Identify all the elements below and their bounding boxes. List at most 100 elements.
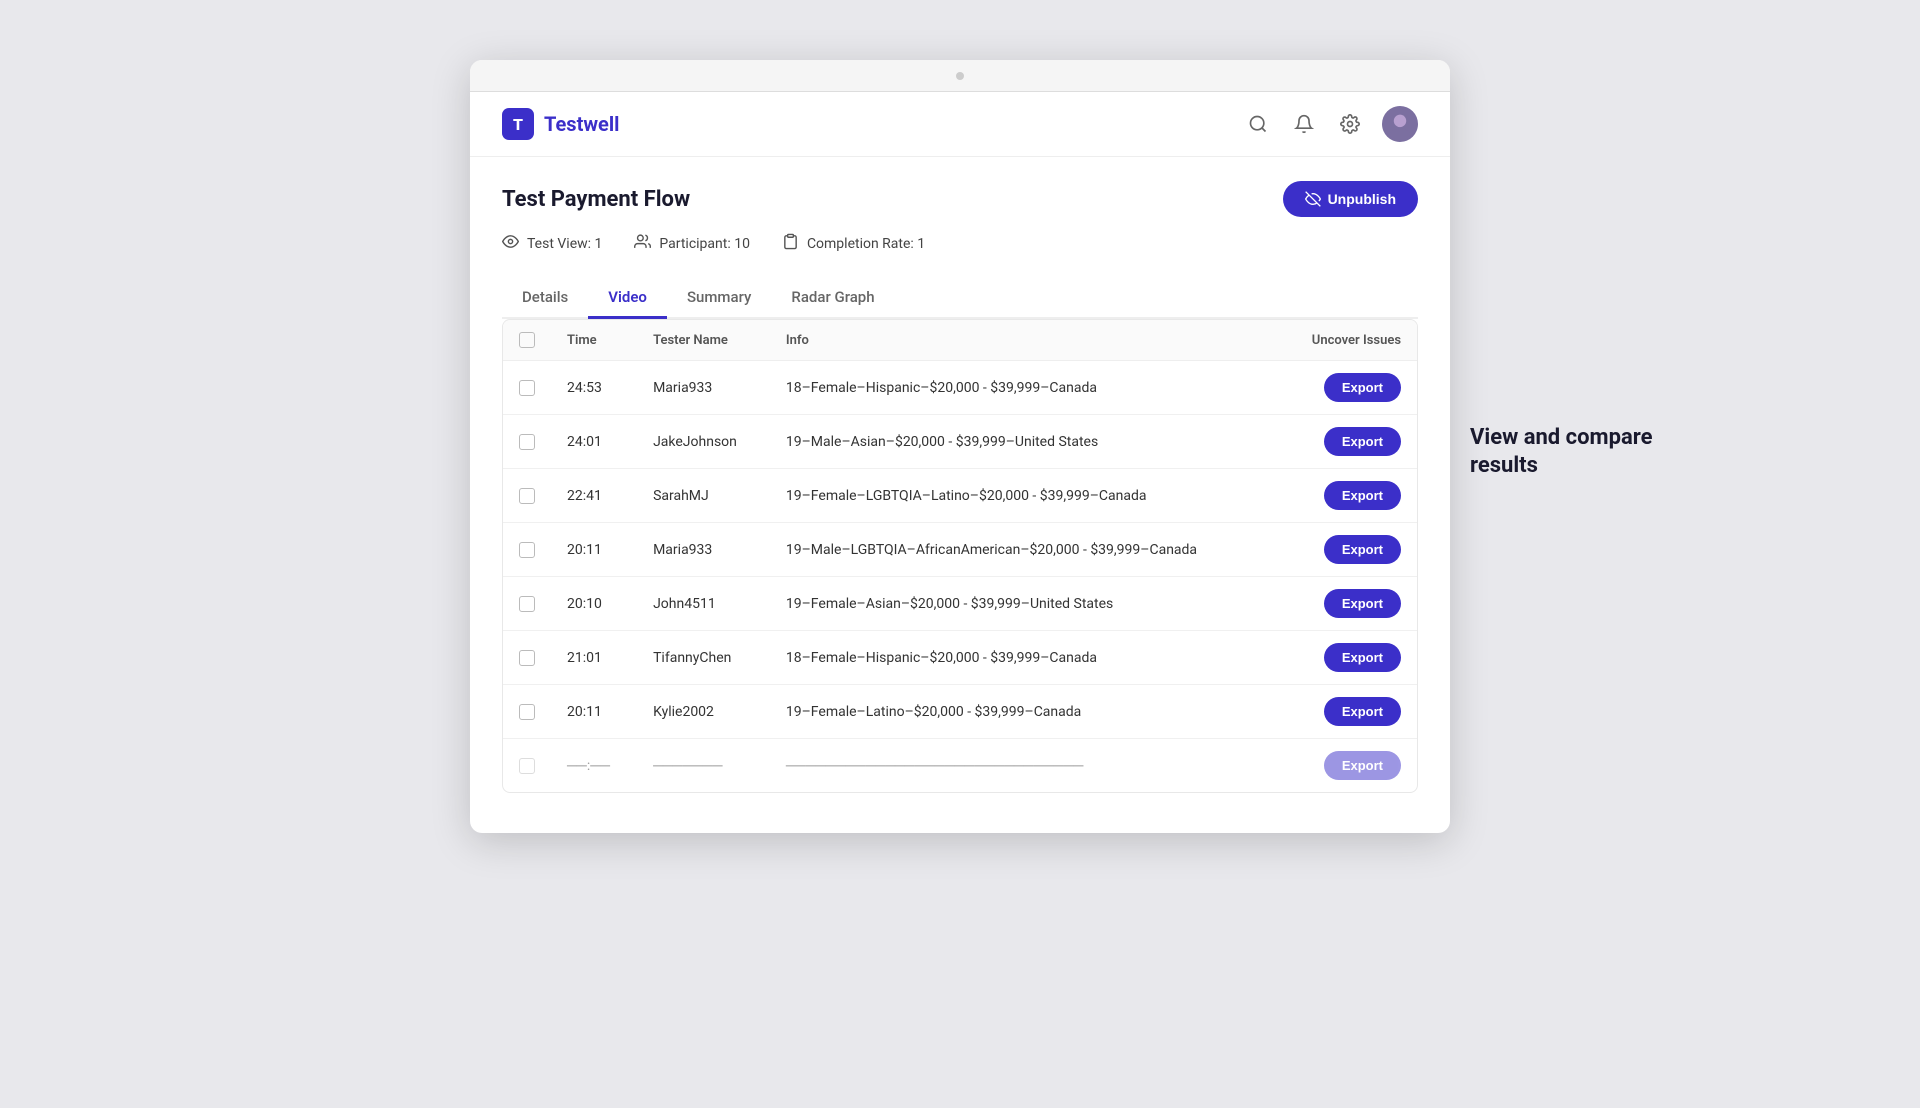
export-button[interactable]: Export — [1324, 427, 1401, 456]
row-info: ────────────────────────────── — [770, 739, 1278, 793]
table-header-row: Time Tester Name Info Uncover Issues — [503, 320, 1417, 361]
row-export-cell: Export — [1278, 739, 1417, 793]
table-row: 20:11 Kylie2002 19–Female–Latino–$20,000… — [503, 685, 1417, 739]
stat-completion: Completion Rate: 1 — [782, 233, 925, 254]
row-checkbox-cell — [503, 523, 551, 577]
row-tester: JakeJohnson — [637, 415, 770, 469]
row-checkbox[interactable] — [519, 380, 535, 396]
row-checkbox-cell — [503, 685, 551, 739]
export-button[interactable]: Export — [1324, 751, 1401, 780]
header-checkbox[interactable] — [519, 332, 535, 348]
table-row: ──:── ─────── ──────────────────────────… — [503, 739, 1417, 793]
row-checkbox[interactable] — [519, 596, 535, 612]
data-table: Time Tester Name Info Uncover Issues 24:… — [502, 319, 1418, 793]
row-checkbox-cell — [503, 469, 551, 523]
row-checkbox-cell — [503, 577, 551, 631]
export-button[interactable]: Export — [1324, 373, 1401, 402]
col-info: Info — [770, 320, 1278, 361]
eye-icon — [502, 233, 519, 254]
row-export-cell: Export — [1278, 469, 1417, 523]
tab-details[interactable]: Details — [502, 278, 588, 319]
row-time: 24:01 — [551, 415, 637, 469]
settings-icon[interactable] — [1336, 110, 1364, 138]
table-row: 22:41 SarahMJ 19–Female–LGBTQIA–Latino–$… — [503, 469, 1417, 523]
row-checkbox[interactable] — [519, 542, 535, 558]
row-checkbox[interactable] — [519, 758, 535, 774]
row-time: 20:11 — [551, 523, 637, 577]
col-tester: Tester Name — [637, 320, 770, 361]
row-info: 19–Male–LGBTQIA–AfricanAmerican–$20,000 … — [770, 523, 1278, 577]
row-tester: Maria933 — [637, 523, 770, 577]
tab-radar-graph[interactable]: Radar Graph — [771, 278, 894, 319]
logo-icon: T — [502, 108, 534, 140]
row-tester: TifannyChen — [637, 631, 770, 685]
col-issues: Uncover Issues — [1278, 320, 1417, 361]
table-row: 24:53 Maria933 18–Female–Hispanic–$20,00… — [503, 361, 1417, 415]
export-button[interactable]: Export — [1324, 643, 1401, 672]
table-row: 20:11 Maria933 19–Male–LGBTQIA–AfricanAm… — [503, 523, 1417, 577]
row-time: 20:10 — [551, 577, 637, 631]
row-checkbox[interactable] — [519, 704, 535, 720]
browser-window: T Testwell — [470, 60, 1450, 833]
row-time: 21:01 — [551, 631, 637, 685]
row-info: 19–Female–Asian–$20,000 - $39,999–United… — [770, 577, 1278, 631]
clipboard-icon — [782, 233, 799, 254]
row-checkbox-cell — [503, 739, 551, 793]
row-info: 18–Female–Hispanic–$20,000 - $39,999–Can… — [770, 361, 1278, 415]
col-time: Time — [551, 320, 637, 361]
browser-chrome — [470, 60, 1450, 92]
row-info: 19–Male–Asian–$20,000 - $39,999–United S… — [770, 415, 1278, 469]
participant-label: Participant: 10 — [659, 236, 750, 252]
row-export-cell: Export — [1278, 631, 1417, 685]
unpublish-button[interactable]: Unpublish — [1283, 181, 1418, 217]
row-tester: ─────── — [637, 739, 770, 793]
row-info: 19–Female–LGBTQIA–Latino–$20,000 - $39,9… — [770, 469, 1278, 523]
tab-video[interactable]: Video — [588, 278, 667, 319]
search-icon[interactable] — [1244, 110, 1272, 138]
stats-row: Test View: 1 Participant: 10 Completion … — [502, 233, 1418, 254]
col-checkbox — [503, 320, 551, 361]
app-header: T Testwell — [470, 92, 1450, 157]
row-time: 22:41 — [551, 469, 637, 523]
bell-icon[interactable] — [1290, 110, 1318, 138]
row-export-cell: Export — [1278, 685, 1417, 739]
row-checkbox-cell — [503, 361, 551, 415]
export-button[interactable]: Export — [1324, 535, 1401, 564]
table-row: 24:01 JakeJohnson 19–Male–Asian–$20,000 … — [503, 415, 1417, 469]
app-name: Testwell — [544, 112, 619, 136]
table-row: 20:10 John4511 19–Female–Asian–$20,000 -… — [503, 577, 1417, 631]
row-tester: Kylie2002 — [637, 685, 770, 739]
stat-participant: Participant: 10 — [634, 233, 750, 254]
page-title: Test Payment Flow — [502, 187, 690, 212]
row-checkbox[interactable] — [519, 434, 535, 450]
export-button[interactable]: Export — [1324, 589, 1401, 618]
row-checkbox-cell — [503, 415, 551, 469]
row-time: ──:── — [551, 739, 637, 793]
row-export-cell: Export — [1278, 415, 1417, 469]
row-tester: John4511 — [637, 577, 770, 631]
row-checkbox[interactable] — [519, 488, 535, 504]
export-button[interactable]: Export — [1324, 697, 1401, 726]
row-info: 18–Female–Hispanic–$20,000 - $39,999–Can… — [770, 631, 1278, 685]
table-row: 21:01 TifannyChen 18–Female–Hispanic–$20… — [503, 631, 1417, 685]
avatar[interactable] — [1382, 106, 1418, 142]
row-export-cell: Export — [1278, 523, 1417, 577]
row-time: 20:11 — [551, 685, 637, 739]
completion-label: Completion Rate: 1 — [807, 236, 925, 252]
row-checkbox-cell — [503, 631, 551, 685]
row-export-cell: Export — [1278, 577, 1417, 631]
main-content: Test Payment Flow Unpublish Test View: 1 — [470, 157, 1450, 833]
header-actions — [1244, 106, 1418, 142]
row-checkbox[interactable] — [519, 650, 535, 666]
browser-indicator — [956, 72, 964, 80]
row-export-cell: Export — [1278, 361, 1417, 415]
export-button[interactable]: Export — [1324, 481, 1401, 510]
sidebar-hint: View and compare results — [1470, 424, 1670, 481]
users-icon — [634, 233, 651, 254]
title-row: Test Payment Flow Unpublish — [502, 181, 1418, 217]
test-view-label: Test View: 1 — [527, 236, 602, 252]
row-tester: SarahMJ — [637, 469, 770, 523]
row-info: 19–Female–Latino–$20,000 - $39,999–Canad… — [770, 685, 1278, 739]
tab-summary[interactable]: Summary — [667, 278, 771, 319]
stat-test-view: Test View: 1 — [502, 233, 602, 254]
